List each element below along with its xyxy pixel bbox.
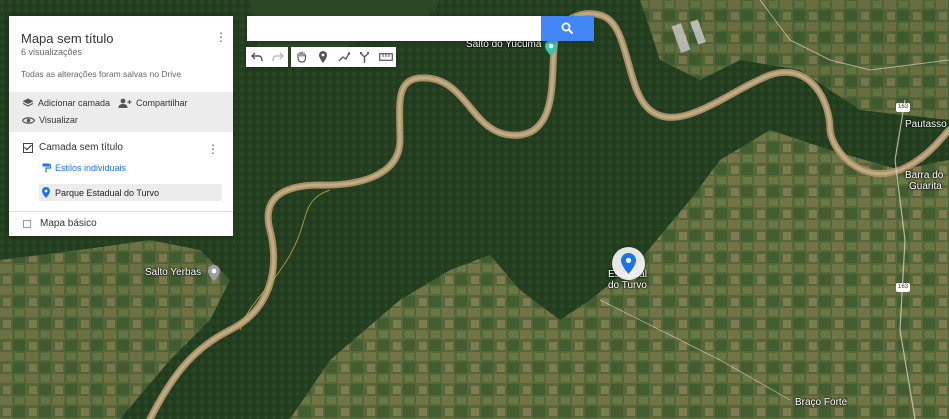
waterfall-poi-icon[interactable] <box>545 40 557 56</box>
map-toolbar <box>246 47 396 67</box>
draw-line-button[interactable] <box>333 47 354 67</box>
share-button[interactable]: Compartilhar <box>118 98 188 108</box>
undo-button[interactable] <box>246 47 267 67</box>
place-name: Parque Estadual do Turvo <box>55 187 160 198</box>
preview-button[interactable]: Visualizar <box>22 115 78 125</box>
map-label-braco-forte: Braço Forte <box>795 397 848 408</box>
map-label-do-turvo: do Turvo <box>608 280 647 291</box>
preview-label: Visualizar <box>39 115 78 125</box>
map-pin-icon <box>621 253 636 274</box>
add-layer-button[interactable]: Adicionar camada <box>22 98 110 108</box>
redo-icon <box>271 52 284 62</box>
map-label-pautasso: Pautasso <box>905 119 947 130</box>
map-layers-panel: Mapa sem título 6 visualizações ⋮ Todas … <box>9 16 233 236</box>
map-label-guarita: Guarita <box>909 181 942 192</box>
redo-button[interactable] <box>267 47 288 67</box>
ruler-icon <box>378 53 393 61</box>
layer-options-icon[interactable]: ⋮ <box>207 142 219 156</box>
history-group <box>246 47 288 67</box>
layer-visibility-checkbox[interactable] <box>23 142 33 153</box>
route-shield: 163 <box>896 103 910 112</box>
place-pin-icon <box>42 187 50 198</box>
placed-marker[interactable] <box>612 247 645 280</box>
route-shield: 163 <box>896 283 910 292</box>
map-options-icon[interactable]: ⋮ <box>215 30 227 44</box>
basemap-toggle-icon[interactable] <box>23 219 31 228</box>
directions-icon <box>360 52 369 63</box>
tools-group <box>291 47 396 67</box>
add-marker-button[interactable] <box>312 47 333 67</box>
panel-divider <box>9 211 233 212</box>
marker-icon <box>318 51 327 63</box>
layers-icon <box>22 98 34 107</box>
measure-button[interactable] <box>375 47 396 67</box>
individual-styles-label: Estilos individuais <box>55 163 127 173</box>
layer-place-item[interactable]: Parque Estadual do Turvo <box>39 184 222 201</box>
undo-icon <box>250 52 263 62</box>
search-icon <box>561 22 574 35</box>
add-person-icon <box>118 98 132 108</box>
hand-icon <box>297 51 307 63</box>
map-label-barra-do: Barra do <box>905 170 944 181</box>
draw-line-icon <box>338 51 350 61</box>
view-count: 6 visualizações <box>21 47 83 57</box>
eye-icon <box>22 116 35 124</box>
waterfall-poi-icon[interactable] <box>208 265 220 281</box>
layer-header[interactable]: Camada sem título <box>23 142 123 153</box>
individual-styles-link[interactable]: Estilos individuais <box>42 163 126 173</box>
add-layer-label: Adicionar camada <box>38 98 111 108</box>
search-button[interactable] <box>541 16 594 41</box>
basemap-row[interactable]: Mapa básico <box>23 218 97 229</box>
layer-name[interactable]: Camada sem título <box>39 142 123 153</box>
hand-tool-button[interactable] <box>291 47 312 67</box>
directions-button[interactable] <box>354 47 375 67</box>
panel-actions: Adicionar camada Compartilhar Visualizar <box>9 92 233 132</box>
map-title[interactable]: Mapa sem título <box>21 31 114 46</box>
search-input[interactable] <box>247 16 541 41</box>
save-status: Todas as alterações foram salvas no Driv… <box>21 69 182 79</box>
map-label-salto-yerbas: Salto Yerbas <box>145 267 202 278</box>
share-label: Compartilhar <box>136 98 188 108</box>
paint-roller-icon <box>42 163 51 173</box>
search-bar <box>247 16 594 41</box>
basemap-label: Mapa básico <box>40 218 97 229</box>
